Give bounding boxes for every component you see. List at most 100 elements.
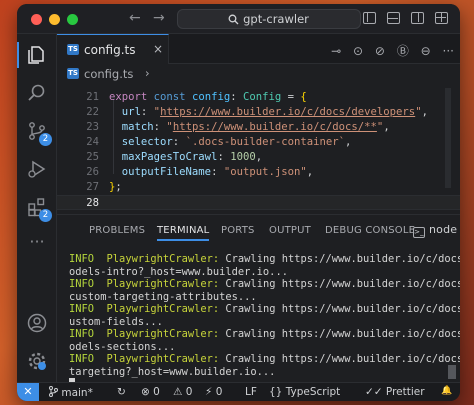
vscode-window: ← → gpt-crawler 2 2 ··· TS config.ts × ⊸… [17,4,460,401]
tab-output[interactable]: OUTPUT [269,225,311,236]
code-token: config [191,91,231,103]
terminal-line-continuation: targeting?_host=www.builder.io... [69,365,276,378]
code-token: outputFileName [121,166,212,178]
line-number: 28 [86,197,99,209]
prettier-status[interactable]: ✓✓ Prettier [365,386,425,398]
toggle-icon[interactable]: ⊘ [375,44,385,58]
warnings-count[interactable]: ⚠ 0 [173,386,192,398]
toggle-panel-icon[interactable] [387,12,400,24]
code-line[interactable]: 24 selector: `.docs-builder-container`, [57,135,460,150]
log-level: INFO [69,353,95,365]
code-line[interactable]: 28 [57,195,460,210]
notifications-bell-icon[interactable]: 🔔 [441,386,452,396]
minimize-window-button[interactable] [49,14,60,25]
compare-icon[interactable]: ⊸ [331,44,341,58]
log-message: Crawling https://www.builder.io/c/docs/m [219,328,460,340]
close-window-button[interactable] [31,14,42,25]
toggle-secondary-sidebar-icon[interactable] [411,12,424,24]
terminal-selector[interactable]: >_ node [413,223,457,238]
typescript-file-icon: TS [67,44,79,55]
log-source: PlaywrightCrawler: [106,353,220,365]
explorer-icon[interactable] [17,42,48,68]
source-control-icon[interactable]: 2 [26,120,52,146]
code-token: https://www.builder.io/c/docs/developers [160,106,416,118]
breadcrumb-file[interactable]: config.ts [84,67,133,81]
open-changes-icon[interactable]: ⊙ [353,44,363,58]
close-tab-icon[interactable]: × [153,42,163,56]
back-arrow-icon[interactable]: ← [129,10,141,26]
toggle-sidebar-icon[interactable] [363,12,376,24]
code-token: { [300,91,307,103]
manage-gear-icon[interactable] [26,350,48,372]
terminal-line: INFO PlaywrightCrawler: Crawling https:/… [69,253,460,266]
terminal-line: INFO PlaywrightCrawler: Crawling https:/… [69,328,460,341]
customize-layout-icon[interactable] [435,12,448,24]
remote-indicator-icon[interactable]: ✕ [17,383,39,401]
search-view-icon[interactable] [26,82,48,104]
builder-icon[interactable]: Ⓑ [397,44,409,58]
typescript-file-icon: TS [67,68,79,79]
more-views-icon[interactable]: ··· [26,232,48,254]
tab-terminal[interactable]: TERMINAL [157,225,210,241]
code-text: selector: `.docs-builder-container`, [109,135,352,150]
code-token: , [306,166,314,178]
log-level: INFO [69,278,95,290]
tab-problems[interactable]: PROBLEMS [89,225,145,236]
code-line[interactable]: 25 maxPagesToCrawl: 1000, [57,150,460,165]
terminal-output[interactable]: INFO PlaywrightCrawler: Crawling https:/… [69,253,460,389]
tab-label: config.ts [84,43,136,57]
sync-icon[interactable]: ↻ [117,386,126,398]
tab-debug-console[interactable]: DEBUG CONSOLE [325,225,415,236]
ports-count[interactable]: ⚡ 0 [205,386,222,398]
code-line[interactable]: 27}; [57,180,460,195]
code-token: : [217,151,231,163]
tab-config-ts[interactable]: TS config.ts × [57,34,169,64]
panel-tabs: PROBLEMS TERMINAL PORTS OUTPUT DEBUG CON… [57,215,460,243]
git-branch[interactable]: main* [49,386,93,399]
terminal-line: INFO PlaywrightCrawler: Crawling https:/… [69,353,460,366]
code-token: , [345,136,352,148]
bottom-panel: PROBLEMS TERMINAL PORTS OUTPUT DEBUG CON… [57,214,460,389]
more-actions-icon[interactable]: ··· [443,44,454,58]
code-token: selector [121,136,173,148]
manage-badge-dot [38,362,46,370]
code-line[interactable]: 26 outputFileName: "output.json", [57,165,460,180]
tab-ports[interactable]: PORTS [221,225,255,236]
code-token: : [230,91,243,103]
account-icon[interactable] [26,312,48,334]
errors-count[interactable]: ⊗ 0 [141,386,160,398]
terminal-line: INFO PlaywrightCrawler: Crawling https:/… [69,303,460,316]
code-text: export const config: Config = { [109,90,307,105]
terminal-scrollbar[interactable] [448,365,456,379]
maximize-window-button[interactable] [67,14,78,25]
code-token: : [153,121,167,133]
split-editor-icon[interactable]: ⊖ [421,44,431,58]
line-number: 22 [86,106,99,118]
code-line[interactable]: 21 export const config: Config = { [57,90,460,105]
code-line[interactable]: 22 url: "https://www.builder.io/c/docs/d… [57,105,460,120]
extensions-icon[interactable]: 2 [26,196,52,222]
language-mode[interactable]: {} TypeScript [269,386,340,398]
run-debug-icon[interactable] [26,158,48,180]
code-token: match [121,121,154,133]
forward-arrow-icon[interactable]: → [153,10,165,26]
terminal-icon: >_ [413,227,425,238]
code-token: , [421,106,428,118]
code-token: ; [115,181,122,193]
log-level: INFO [69,303,95,315]
code-editor[interactable]: 21 export const config: Config = {22 url:… [57,84,460,214]
line-ending[interactable]: LF [245,386,257,398]
code-line[interactable]: 23 match: "https://www.builder.io/c/docs… [57,120,460,135]
terminal-line-continuation: odels-sections... [69,340,176,353]
command-center[interactable]: gpt-crawler [177,9,361,29]
code-text: outputFileName: "output.json", [109,165,313,180]
code-token: `.docs-builder-container` [185,136,346,148]
code-token: https://www.builder.io/c/docs/** [172,121,377,133]
log-message: Crawling https://www.builder.io/c/docs/t [219,353,460,365]
code-token: maxPagesToCrawl [121,151,218,163]
editor-tab-bar: TS config.ts × ⊸ ⊙ ⊘ Ⓑ ⊖ ··· [57,34,460,64]
